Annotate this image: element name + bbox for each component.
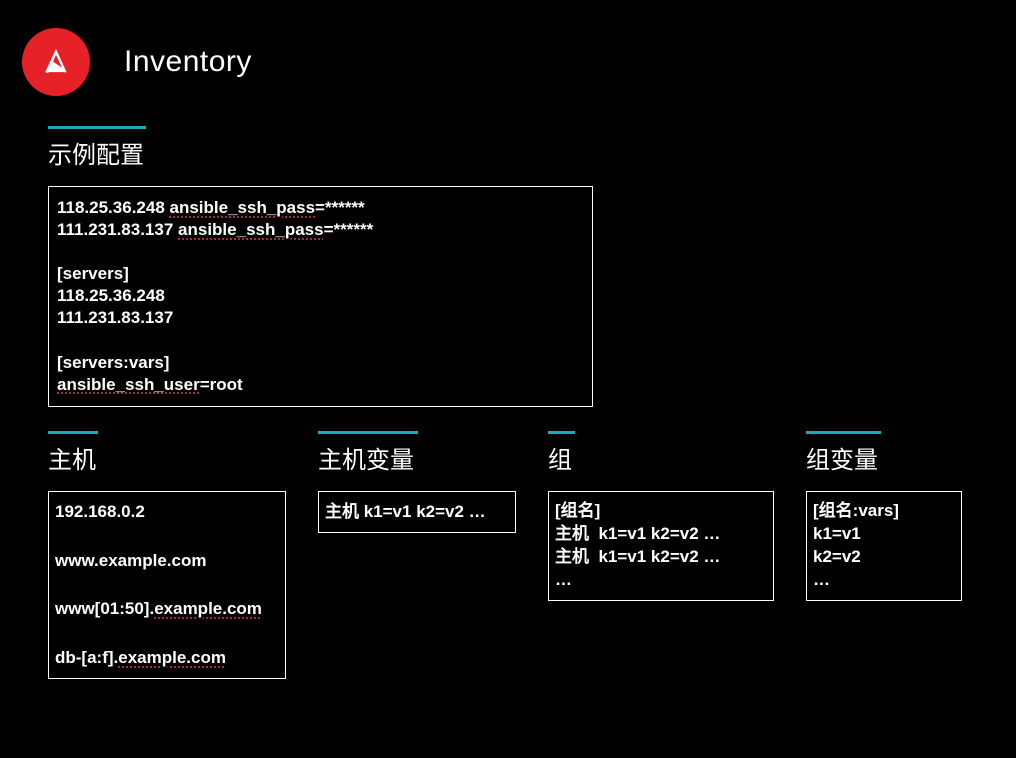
ansible-logo-icon xyxy=(22,28,90,96)
slide-header: Inventory xyxy=(22,28,994,96)
group-column: 组 [组名] 主机 k1=v1 k2=v2 … 主机 k1=v1 k2=v2 …… xyxy=(548,431,774,679)
section-header: 组 xyxy=(548,431,774,475)
divider xyxy=(48,431,98,434)
code-line: www[01:50].example.com xyxy=(55,597,279,621)
host-column: 主机 192.168.0.2 www.example.com www[01:50].… xyxy=(48,431,286,679)
code-line: 111.231.83.137 ansible_ssh_pass=****** xyxy=(57,219,584,241)
section-header: 组变量 xyxy=(806,431,962,475)
divider xyxy=(806,431,881,434)
groupvars-column: 组变量 [组名:vars] k1=v1 k2=v2 … xyxy=(806,431,962,679)
divider xyxy=(548,431,575,434)
columns-row: 主机 192.168.0.2 www.example.com www[01:50].… xyxy=(48,431,994,679)
group-code-box: [组名] 主机 k1=v1 k2=v2 … 主机 k1=v1 k2=v2 … … xyxy=(548,491,774,601)
code-line: www.example.com xyxy=(55,549,279,573)
example-section: 示例配置 118.25.36.248 ansible_ssh_pass=****… xyxy=(48,126,994,407)
code-line: 118.25.36.248 xyxy=(57,285,584,307)
code-line xyxy=(57,330,584,352)
code-line: ansible_ssh_user=root xyxy=(57,374,584,396)
page-title: Inventory xyxy=(124,45,252,79)
section-title: 组 xyxy=(548,440,774,475)
code-line: 118.25.36.248 ansible_ssh_pass=****** xyxy=(57,197,584,219)
code-line: [servers:vars] xyxy=(57,352,584,374)
section-header: 主机变量 xyxy=(318,431,516,475)
code-line: [servers] xyxy=(57,263,584,285)
example-code-box: 118.25.36.248 ansible_ssh_pass=******111… xyxy=(48,186,593,407)
hostvars-code-box: 主机 k1=v1 k2=v2 … xyxy=(318,491,516,533)
divider xyxy=(48,126,146,129)
section-title: 主机变量 xyxy=(318,440,516,475)
section-header: 主机 xyxy=(48,431,286,475)
code-line xyxy=(57,241,584,263)
code-line: 192.168.0.2 xyxy=(55,500,279,524)
section-title: 组变量 xyxy=(806,440,962,475)
host-code-box: 192.168.0.2 www.example.com www[01:50].exa… xyxy=(48,491,286,679)
hostvars-column: 主机变量 主机 k1=v1 k2=v2 … xyxy=(318,431,516,679)
section-header: 示例配置 xyxy=(48,126,994,170)
section-title: 示例配置 xyxy=(48,135,994,170)
code-line: db-[a:f].example.com xyxy=(55,646,279,670)
code-line: 111.231.83.137 xyxy=(57,307,584,329)
groupvars-code-box: [组名:vars] k1=v1 k2=v2 … xyxy=(806,491,962,601)
section-title: 主机 xyxy=(48,440,286,475)
divider xyxy=(318,431,418,434)
